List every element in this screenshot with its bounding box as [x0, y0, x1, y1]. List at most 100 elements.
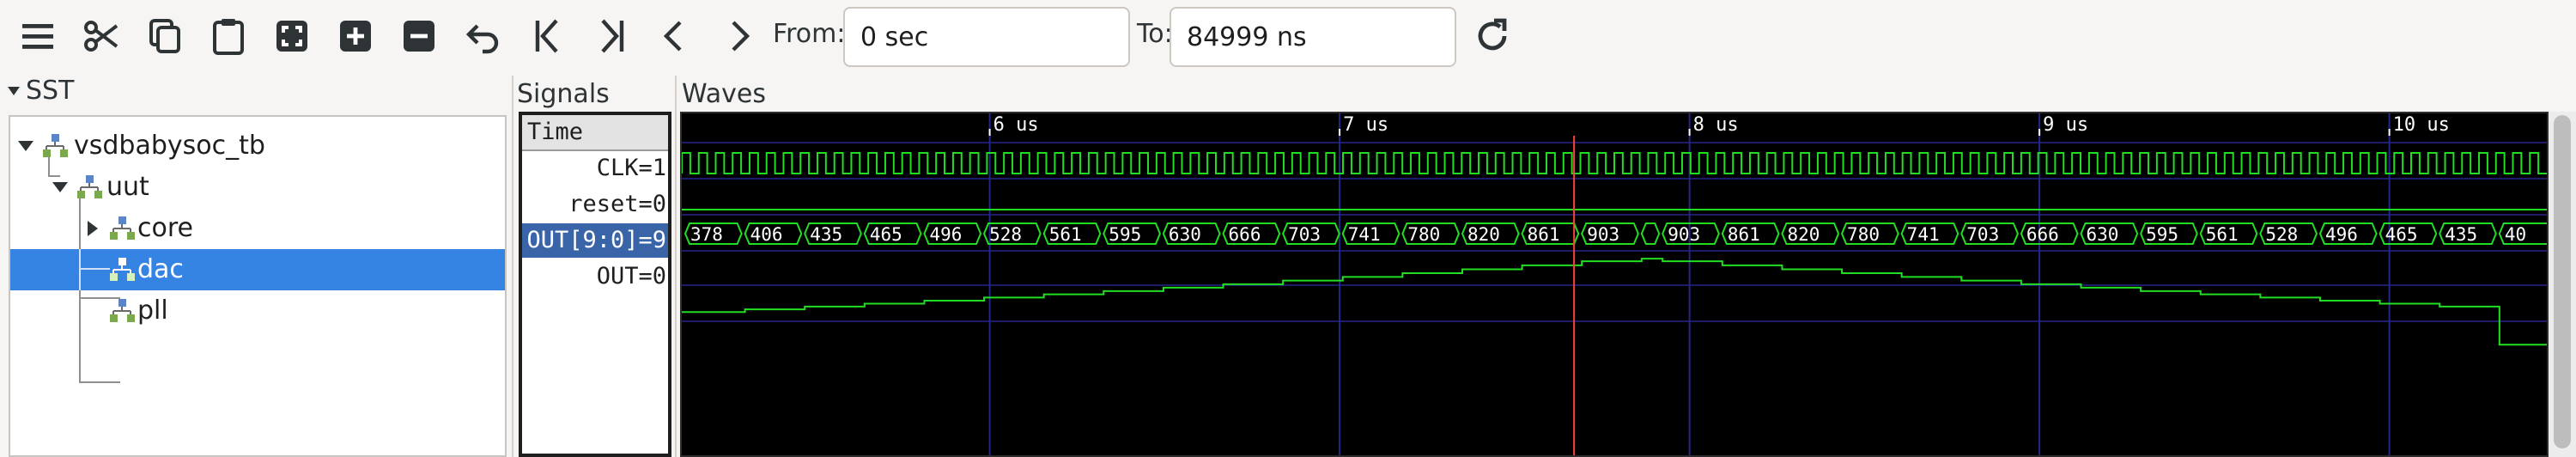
bus-value-label: 561: [1049, 224, 1082, 245]
to-label: To:: [1137, 19, 1173, 49]
bus-value-label: 666: [2026, 224, 2059, 245]
bus-value-label: 406: [750, 224, 783, 245]
tree-connector: [79, 249, 81, 290]
zoom-out-icon[interactable]: [395, 12, 443, 60]
bus-value-label: 861: [1528, 224, 1560, 245]
tree-connector: [79, 381, 120, 383]
bus-value-label: 435: [810, 224, 842, 245]
module-icon: [110, 216, 135, 240]
signal-reset[interactable]: reset=0: [522, 187, 668, 222]
tree-item-uut[interactable]: uut: [10, 167, 505, 208]
time-tick-label: 9 us: [2043, 114, 2088, 136]
bus-value-label: 703: [1966, 224, 1999, 245]
bus-value-label: 465: [2385, 224, 2418, 245]
bus-value-label: 861: [1728, 224, 1760, 245]
bus-segment: [1640, 222, 1661, 245]
tree-item-vsdbabysoc-tb[interactable]: vsdbabysoc_tb: [10, 125, 505, 167]
menu-icon[interactable]: [14, 12, 62, 60]
waveform-display[interactable]: 6 us 7 us 8 us 9 us 10 us 378 406 435 465 496 528 5…: [682, 113, 2547, 455]
tree-item-pll[interactable]: pll: [10, 290, 505, 332]
signal-value: =0: [638, 263, 666, 289]
tree-item-label: vsdbabysoc_tb: [74, 131, 265, 161]
pane-divider[interactable]: [512, 76, 513, 457]
bus-value-label: 435: [2445, 224, 2477, 245]
time-tick-label: 10 us: [2393, 114, 2450, 136]
undo-zoom-icon[interactable]: [459, 12, 507, 60]
signal-name: OUT: [596, 263, 639, 289]
zoom-in-icon[interactable]: [331, 12, 380, 60]
bus-value-label: 703: [1288, 224, 1321, 245]
collapsed-arrow-icon[interactable]: [86, 220, 100, 237]
signal-out-bus[interactable]: OUT[9:0]=9: [522, 223, 668, 258]
reload-icon[interactable]: [1468, 12, 1516, 60]
jump-start-icon[interactable]: [524, 12, 572, 60]
bus-value-label: 496: [929, 224, 962, 245]
sst-title: SST: [26, 76, 75, 106]
paste-icon[interactable]: [204, 12, 252, 60]
bus-value-label: 820: [1467, 224, 1500, 245]
bus-value-label: 528: [2265, 224, 2298, 245]
toolbar: From: To:: [0, 0, 2576, 72]
sst-tree: vsdbabysoc_tb uut core dac pll: [9, 115, 507, 457]
module-icon: [110, 299, 135, 322]
tree-item-core[interactable]: core: [10, 208, 505, 249]
bus-value-label: 780: [1847, 224, 1880, 245]
time-axis: [682, 113, 2547, 136]
bus-value-label: 741: [1348, 224, 1381, 245]
signal-out-analog[interactable]: OUT=0: [522, 259, 668, 294]
time-tick-label: 7 us: [1343, 114, 1388, 136]
signals-title: Signals: [517, 79, 610, 109]
bus-value-label: 903: [1587, 224, 1619, 245]
bus-value-label: 378: [690, 224, 723, 245]
module-icon: [110, 258, 135, 281]
cut-icon[interactable]: [77, 12, 125, 60]
module-icon: [43, 134, 68, 157]
jump-end-icon[interactable]: [587, 12, 635, 60]
tree-item-label: uut: [106, 172, 149, 202]
bus-value-label: 820: [1787, 224, 1820, 245]
zoom-fit-icon[interactable]: [268, 12, 316, 60]
copy-icon[interactable]: [141, 12, 189, 60]
module-icon: [77, 175, 102, 198]
signal-value: =9: [638, 227, 666, 253]
next-edge-icon[interactable]: [714, 12, 762, 60]
waves-title: Waves: [682, 79, 766, 109]
tree-item-label: pll: [137, 296, 168, 326]
expand-arrow-icon[interactable]: [17, 139, 34, 153]
scrollbar-thumb[interactable]: [2554, 115, 2571, 448]
tree-item-dac[interactable]: dac: [10, 249, 505, 290]
tree-item-label: dac: [137, 254, 184, 284]
bus-value-label: 465: [870, 224, 902, 245]
waves-canvas[interactable]: 6 us 7 us 8 us 9 us 10 us 378 406 435 465 496 528 5…: [680, 112, 2549, 457]
bus-value-label: 595: [2146, 224, 2178, 245]
signals-list: Time CLK=1 reset=0 OUT[9:0]=9 OUT=0: [519, 112, 671, 457]
pane-divider[interactable]: [675, 76, 677, 457]
bus-value-label: 561: [2206, 224, 2239, 245]
tree-connector: [79, 268, 110, 270]
to-input[interactable]: [1170, 7, 1456, 67]
time-tick-label: 8 us: [1693, 114, 1739, 136]
bus-value-label: 630: [1169, 224, 1201, 245]
signals-time-header: Time: [522, 115, 668, 151]
waves-scrollbar[interactable]: [2549, 112, 2576, 457]
bus-value-label: 630: [2087, 224, 2119, 245]
from-label: From:: [773, 19, 846, 49]
signal-value: =0: [638, 191, 666, 217]
signal-name: reset: [568, 191, 639, 217]
signal-name: CLK: [596, 155, 639, 181]
prev-edge-icon[interactable]: [651, 12, 699, 60]
bus-value-label: 496: [2325, 224, 2358, 245]
sst-collapse-icon[interactable]: [7, 84, 21, 98]
clk-wave: [682, 152, 2547, 174]
bus-value-label: 666: [1229, 224, 1261, 245]
bus-value-label: 780: [1407, 224, 1440, 245]
time-header-label: Time: [527, 119, 584, 145]
signal-value: =1: [638, 155, 666, 181]
bus-value-label: 595: [1109, 224, 1141, 245]
bus-value-label: 903: [1668, 224, 1700, 245]
signal-clk[interactable]: CLK=1: [522, 151, 668, 186]
bus-value-label: 741: [1907, 224, 1940, 245]
bus-value-label: 528: [989, 224, 1022, 245]
from-input[interactable]: [843, 7, 1130, 67]
expand-arrow-icon[interactable]: [52, 180, 69, 194]
